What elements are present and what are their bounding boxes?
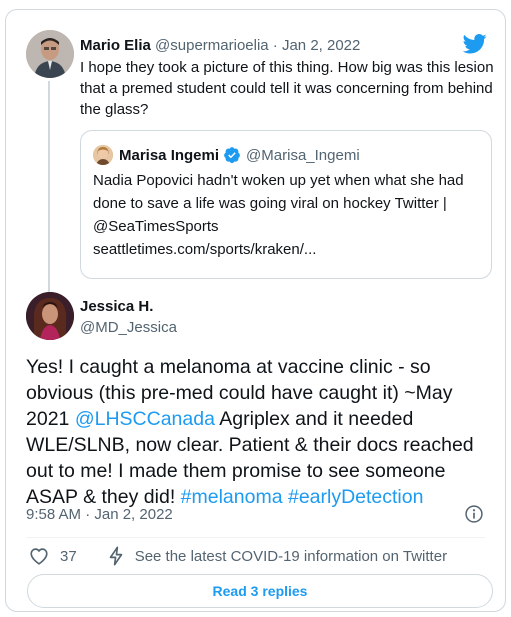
parent-author-meta[interactable]: @supermarioelia · Jan 2, 2022 <box>155 37 360 54</box>
bolt-icon <box>109 546 123 566</box>
quoted-tweet-card[interactable]: Marisa Ingemi @Marisa_Ingemi Nadia Popov… <box>80 130 492 279</box>
info-icon[interactable] <box>464 504 484 524</box>
jessica-h-avatar[interactable] <box>26 292 74 340</box>
quoted-tweet-header: Marisa Ingemi @Marisa_Ingemi <box>93 145 360 165</box>
covid-info-link[interactable]: See the latest COVID-19 information on T… <box>135 548 447 565</box>
hashtag-link[interactable]: #melanoma <box>181 486 283 508</box>
tweet-actions-row: 37 See the latest COVID-19 information o… <box>28 544 447 568</box>
hashtag-link[interactable]: #earlyDetection <box>288 486 424 508</box>
mention-link[interactable]: @LHSCCanada <box>75 408 215 430</box>
like-count[interactable]: 37 <box>60 548 77 565</box>
quote-author-name: Marisa Ingemi <box>119 146 220 164</box>
tweet-author-handle[interactable]: @MD_Jessica <box>80 318 177 338</box>
verified-badge-icon <box>224 147 240 164</box>
tweet-timestamp[interactable]: 9:58 AM · Jan 2, 2022 <box>26 505 173 525</box>
tweet-text: Yes! I caught a melanoma at vaccine clin… <box>26 354 496 510</box>
actions-divider <box>26 537 485 538</box>
thread-connector-line <box>48 81 50 293</box>
quoted-tweet-link[interactable]: seattletimes.com/sports/kraken/... <box>93 239 316 261</box>
marisa-ingemi-avatar <box>93 145 113 165</box>
quote-author-handle: @Marisa_Ingemi <box>246 146 360 164</box>
mario-elia-avatar[interactable] <box>26 30 74 78</box>
parent-tweet-header: Mario Elia @supermarioelia · Jan 2, 2022 <box>80 36 360 56</box>
quoted-tweet-text: Nadia Popovici hadn't woken up yet when … <box>93 172 464 235</box>
read-replies-button[interactable]: Read 3 replies <box>27 574 493 608</box>
parent-author-name[interactable]: Mario Elia <box>80 37 151 54</box>
twitter-bird-icon[interactable] <box>463 34 487 54</box>
heart-icon[interactable] <box>28 545 50 567</box>
parent-tweet-text: I hope they took a picture of this thing… <box>80 59 494 118</box>
embedded-tweet-card[interactable]: Mario Elia @supermarioelia · Jan 2, 2022… <box>5 9 506 612</box>
tweet-author-name[interactable]: Jessica H. <box>80 297 153 317</box>
